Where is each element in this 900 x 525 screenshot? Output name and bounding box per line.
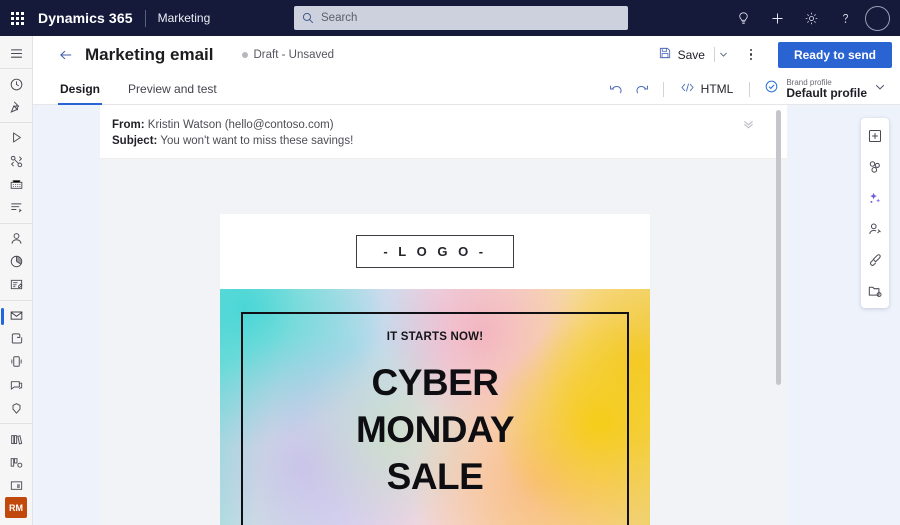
tab-bar-actions: HTML Brand profile Default profile xyxy=(603,73,890,105)
brand-check-icon xyxy=(764,79,779,99)
app-name-label[interactable]: Marketing xyxy=(158,11,211,25)
back-arrow-icon[interactable] xyxy=(51,40,81,70)
sidebar-item-recent[interactable] xyxy=(0,72,33,95)
sidebar-item-pinned[interactable] xyxy=(0,96,33,119)
sidebar-item-events[interactable] xyxy=(0,173,33,196)
header-action-icons xyxy=(726,0,894,36)
ready-to-send-button[interactable]: Ready to send xyxy=(777,41,892,68)
page-title: Marketing email xyxy=(85,44,214,64)
email-editor-pane[interactable]: From: Kristin Watson (hello@contoso.com)… xyxy=(100,105,787,525)
redo-icon[interactable] xyxy=(629,76,655,102)
from-label: From: xyxy=(112,119,145,131)
sidebar-item-analytics[interactable] xyxy=(0,250,33,273)
sidebar-item-segments[interactable] xyxy=(0,196,33,219)
sidebar-item-hamburger-menu[interactable] xyxy=(0,42,33,65)
search-input[interactable] xyxy=(321,12,620,24)
logo-block[interactable]: - L O G O - xyxy=(220,214,650,289)
search-icon xyxy=(302,12,314,24)
command-divider xyxy=(713,47,715,62)
email-subject-row: Subject: You won't want to miss these sa… xyxy=(112,133,771,149)
brand-profile-selector[interactable]: Brand profile Default profile xyxy=(758,76,890,103)
save-label: Save xyxy=(677,47,705,62)
sidebar-item-library[interactable] xyxy=(0,427,33,450)
sidebar-item-contacts[interactable] xyxy=(0,226,33,249)
user-workspace-badge[interactable]: RM xyxy=(5,497,27,518)
brand-title[interactable]: Dynamics 365 xyxy=(38,10,133,26)
sidebar-item-journeys[interactable] xyxy=(0,149,33,172)
sidebar-item-templates[interactable] xyxy=(0,451,33,474)
application-root: Dynamics 365 Marketing Search RM Marketi… xyxy=(0,0,900,525)
html-button[interactable]: HTML xyxy=(672,77,742,101)
sidebar-item-assets[interactable] xyxy=(0,474,33,497)
global-search[interactable] xyxy=(294,6,628,30)
designer-tab-bar: Design Preview and test HTML Brand profi… xyxy=(33,73,900,105)
hero-line-1: CYBER xyxy=(371,362,499,403)
status-dot-icon xyxy=(241,51,248,58)
save-dropdown-chevron-down-icon[interactable] xyxy=(718,45,734,64)
hero-text-group: IT STARTS NOW! CYBER MONDAY SALE xyxy=(220,331,650,500)
designer-canvas-area: From: Kristin Watson (hello@contoso.com)… xyxy=(33,105,900,525)
plus-icon[interactable] xyxy=(760,0,794,36)
question-icon[interactable] xyxy=(828,0,862,36)
header-divider xyxy=(144,9,146,27)
personalization-icon[interactable] xyxy=(862,216,888,241)
lightbulb-icon[interactable] xyxy=(726,0,760,36)
user-avatar[interactable] xyxy=(865,5,890,31)
expand-header-chevron-down-icon[interactable] xyxy=(742,119,755,130)
sidebar-item-marketing-pages[interactable] xyxy=(0,327,33,350)
status-label: Draft - Unsaved xyxy=(253,48,335,61)
tab-divider xyxy=(662,81,664,97)
tab-preview-and-test[interactable]: Preview and test xyxy=(126,73,219,105)
from-value[interactable]: Kristin Watson (hello@contoso.com) xyxy=(148,119,334,131)
ai-sparkle-icon[interactable] xyxy=(862,185,888,210)
save-button[interactable]: Save xyxy=(652,42,711,67)
status-badge: Draft - Unsaved xyxy=(241,48,335,61)
brand-chevron-down-icon[interactable] xyxy=(874,80,886,98)
command-bar-actions: Save Ready to send xyxy=(652,36,892,73)
overflow-menu-button[interactable] xyxy=(738,42,764,68)
tab-design[interactable]: Design xyxy=(58,73,103,105)
sidebar-item-customer-journeys[interactable] xyxy=(0,126,33,149)
hero-kicker: IT STARTS NOW! xyxy=(386,331,484,343)
rail-divider xyxy=(0,222,33,224)
code-icon xyxy=(680,81,695,97)
hero-line-3: SALE xyxy=(386,456,484,497)
app-launcher-icon[interactable] xyxy=(0,0,34,36)
rail-divider xyxy=(0,423,33,425)
hero-line-2: MONDAY xyxy=(355,409,515,450)
save-icon xyxy=(658,46,672,63)
html-label: HTML xyxy=(700,82,734,96)
designer-tools-toolbar xyxy=(861,118,889,308)
sidebar-item-marketing-emails[interactable] xyxy=(0,304,33,327)
email-from-row: From: Kristin Watson (hello@contoso.com) xyxy=(112,117,771,133)
tab-divider xyxy=(749,81,751,97)
email-body-content[interactable]: - L O G O - IT STARTS NOW! CYBER MONDAY … xyxy=(220,214,650,525)
subject-label: Subject: xyxy=(112,135,158,147)
rail-divider xyxy=(0,299,33,301)
styles-brush-icon[interactable] xyxy=(862,247,888,272)
rail-divider xyxy=(0,122,33,123)
layouts-icon[interactable] xyxy=(862,154,888,179)
assets-folder-icon[interactable] xyxy=(862,278,888,303)
rail-divider xyxy=(0,68,33,70)
sidebar-item-messages[interactable] xyxy=(0,374,33,397)
sidebar-item-mobile[interactable] xyxy=(0,350,33,373)
hero-image-block[interactable]: IT STARTS NOW! CYBER MONDAY SALE xyxy=(220,289,650,525)
subject-value[interactable]: You won't want to miss these savings! xyxy=(160,135,353,147)
add-element-icon[interactable] xyxy=(862,123,888,148)
editor-scrollbar[interactable] xyxy=(776,110,781,385)
sidebar-item-forms[interactable] xyxy=(0,273,33,296)
logo-placeholder: - L O G O - xyxy=(356,235,514,268)
brand-profile-value: Default profile xyxy=(786,85,867,100)
sidebar-item-social-posts[interactable] xyxy=(0,397,33,420)
gear-icon[interactable] xyxy=(794,0,828,36)
command-bar: Marketing email Draft - Unsaved Save Rea… xyxy=(33,36,900,73)
left-navigation-rail: RM xyxy=(0,36,33,525)
undo-icon[interactable] xyxy=(603,76,629,102)
email-header-fields: From: Kristin Watson (hello@contoso.com)… xyxy=(100,105,787,159)
top-header-bar: Dynamics 365 Marketing xyxy=(0,0,900,36)
